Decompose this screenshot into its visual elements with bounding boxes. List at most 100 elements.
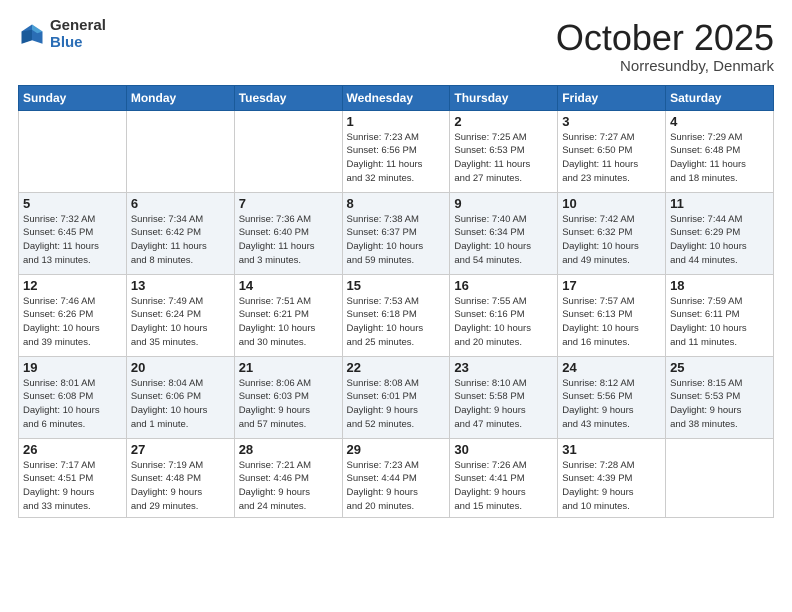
table-row: 28 Sunrise: 7:21 AMSunset: 4:46 PMDayligh… bbox=[234, 438, 342, 517]
day-info: Sunrise: 7:49 AMSunset: 6:24 PMDaylight:… bbox=[131, 295, 230, 350]
day-info: Sunrise: 8:08 AMSunset: 6:01 PMDaylight:… bbox=[347, 377, 446, 432]
day-info: Sunrise: 7:55 AMSunset: 6:16 PMDaylight:… bbox=[454, 295, 553, 350]
table-row: 21 Sunrise: 8:06 AMSunset: 6:03 PMDayligh… bbox=[234, 356, 342, 438]
table-row: 23 Sunrise: 8:10 AMSunset: 5:58 PMDayligh… bbox=[450, 356, 558, 438]
day-number: 30 bbox=[454, 442, 553, 457]
day-info: Sunrise: 7:40 AMSunset: 6:34 PMDaylight:… bbox=[454, 213, 553, 268]
day-number: 1 bbox=[347, 114, 446, 129]
table-row: 18 Sunrise: 7:59 AMSunset: 6:11 PMDayligh… bbox=[666, 274, 774, 356]
day-number: 15 bbox=[347, 278, 446, 293]
day-info: Sunrise: 7:46 AMSunset: 6:26 PMDaylight:… bbox=[23, 295, 122, 350]
day-number: 27 bbox=[131, 442, 230, 457]
day-info: Sunrise: 7:57 AMSunset: 6:13 PMDaylight:… bbox=[562, 295, 661, 350]
table-row: 25 Sunrise: 8:15 AMSunset: 5:53 PMDayligh… bbox=[666, 356, 774, 438]
day-number: 3 bbox=[562, 114, 661, 129]
header-wednesday: Wednesday bbox=[342, 85, 450, 110]
day-info: Sunrise: 7:51 AMSunset: 6:21 PMDaylight:… bbox=[239, 295, 338, 350]
day-number: 23 bbox=[454, 360, 553, 375]
weekday-header-row: Sunday Monday Tuesday Wednesday Thursday… bbox=[19, 85, 774, 110]
table-row: 3Sunrise: 7:27 AMSunset: 6:50 PMDaylight… bbox=[558, 110, 666, 192]
day-number: 24 bbox=[562, 360, 661, 375]
location: Norresundby, Denmark bbox=[556, 58, 774, 75]
header-monday: Monday bbox=[126, 85, 234, 110]
day-number: 28 bbox=[239, 442, 338, 457]
day-number: 19 bbox=[23, 360, 122, 375]
logo: General Blue bbox=[18, 18, 106, 51]
day-number: 18 bbox=[670, 278, 769, 293]
table-row: 30 Sunrise: 7:26 AMSunset: 4:41 PMDayligh… bbox=[450, 438, 558, 517]
table-row: 19 Sunrise: 8:01 AMSunset: 6:08 PMDayligh… bbox=[19, 356, 127, 438]
day-info: Sunrise: 8:10 AMSunset: 5:58 PMDaylight:… bbox=[454, 377, 553, 432]
day-number: 17 bbox=[562, 278, 661, 293]
header-sunday: Sunday bbox=[19, 85, 127, 110]
day-number: 29 bbox=[347, 442, 446, 457]
table-row: 5Sunrise: 7:32 AMSunset: 6:45 PMDaylight… bbox=[19, 192, 127, 274]
table-row: 27 Sunrise: 7:19 AMSunset: 4:48 PMDayligh… bbox=[126, 438, 234, 517]
day-number: 31 bbox=[562, 442, 661, 457]
table-row bbox=[19, 110, 127, 192]
header-thursday: Thursday bbox=[450, 85, 558, 110]
day-info: Sunrise: 7:36 AMSunset: 6:40 PMDaylight:… bbox=[239, 213, 338, 268]
day-number: 12 bbox=[23, 278, 122, 293]
day-number: 21 bbox=[239, 360, 338, 375]
day-info: Sunrise: 7:23 AMSunset: 6:56 PMDaylight:… bbox=[347, 131, 446, 186]
day-info: Sunrise: 7:59 AMSunset: 6:11 PMDaylight:… bbox=[670, 295, 769, 350]
table-row: 9 Sunrise: 7:40 AMSunset: 6:34 PMDaylight… bbox=[450, 192, 558, 274]
day-number: 2 bbox=[454, 114, 553, 129]
day-number: 9 bbox=[454, 196, 553, 211]
day-info: Sunrise: 7:21 AMSunset: 4:46 PMDaylight:… bbox=[239, 459, 338, 514]
calendar-week-row: 26Sunrise: 7:17 AMSunset: 4:51 PMDayligh… bbox=[19, 438, 774, 517]
logo-icon bbox=[18, 21, 46, 49]
table-row: 17 Sunrise: 7:57 AMSunset: 6:13 PMDayligh… bbox=[558, 274, 666, 356]
logo-general: General bbox=[50, 18, 106, 35]
table-row bbox=[666, 438, 774, 517]
table-row: 16 Sunrise: 7:55 AMSunset: 6:16 PMDayligh… bbox=[450, 274, 558, 356]
calendar-table: Sunday Monday Tuesday Wednesday Thursday… bbox=[18, 85, 774, 518]
day-number: 5 bbox=[23, 196, 122, 211]
table-row: 7 Sunrise: 7:36 AMSunset: 6:40 PMDaylight… bbox=[234, 192, 342, 274]
table-row: 15 Sunrise: 7:53 AMSunset: 6:18 PMDayligh… bbox=[342, 274, 450, 356]
table-row: 13Sunrise: 7:49 AMSunset: 6:24 PMDayligh… bbox=[126, 274, 234, 356]
table-row bbox=[126, 110, 234, 192]
day-info: Sunrise: 7:38 AMSunset: 6:37 PMDaylight:… bbox=[347, 213, 446, 268]
table-row: 26Sunrise: 7:17 AMSunset: 4:51 PMDayligh… bbox=[19, 438, 127, 517]
day-info: Sunrise: 8:06 AMSunset: 6:03 PMDaylight:… bbox=[239, 377, 338, 432]
day-info: Sunrise: 7:26 AMSunset: 4:41 PMDaylight:… bbox=[454, 459, 553, 514]
day-info: Sunrise: 7:19 AMSunset: 4:48 PMDaylight:… bbox=[131, 459, 230, 514]
logo-blue: Blue bbox=[50, 35, 106, 52]
table-row: 14 Sunrise: 7:51 AMSunset: 6:21 PMDayligh… bbox=[234, 274, 342, 356]
day-info: Sunrise: 7:34 AMSunset: 6:42 PMDaylight:… bbox=[131, 213, 230, 268]
day-number: 16 bbox=[454, 278, 553, 293]
day-info: Sunrise: 8:01 AMSunset: 6:08 PMDaylight:… bbox=[23, 377, 122, 432]
day-info: Sunrise: 7:28 AMSunset: 4:39 PMDaylight:… bbox=[562, 459, 661, 514]
table-row: 6Sunrise: 7:34 AMSunset: 6:42 PMDaylight… bbox=[126, 192, 234, 274]
day-info: Sunrise: 8:04 AMSunset: 6:06 PMDaylight:… bbox=[131, 377, 230, 432]
day-number: 14 bbox=[239, 278, 338, 293]
table-row: 11Sunrise: 7:44 AMSunset: 6:29 PMDayligh… bbox=[666, 192, 774, 274]
day-number: 25 bbox=[670, 360, 769, 375]
header: General Blue October 2025 Norresundby, D… bbox=[18, 18, 774, 75]
day-number: 7 bbox=[239, 196, 338, 211]
day-info: Sunrise: 8:12 AMSunset: 5:56 PMDaylight:… bbox=[562, 377, 661, 432]
header-friday: Friday bbox=[558, 85, 666, 110]
calendar-week-row: 12 Sunrise: 7:46 AMSunset: 6:26 PMDayligh… bbox=[19, 274, 774, 356]
header-saturday: Saturday bbox=[666, 85, 774, 110]
day-number: 22 bbox=[347, 360, 446, 375]
table-row: 4Sunrise: 7:29 AMSunset: 6:48 PMDaylight… bbox=[666, 110, 774, 192]
calendar-page: General Blue October 2025 Norresundby, D… bbox=[0, 0, 792, 612]
day-info: Sunrise: 7:44 AMSunset: 6:29 PMDaylight:… bbox=[670, 213, 769, 268]
calendar-week-row: 19 Sunrise: 8:01 AMSunset: 6:08 PMDayligh… bbox=[19, 356, 774, 438]
calendar-week-row: 5Sunrise: 7:32 AMSunset: 6:45 PMDaylight… bbox=[19, 192, 774, 274]
day-info: Sunrise: 8:15 AMSunset: 5:53 PMDaylight:… bbox=[670, 377, 769, 432]
table-row: 8Sunrise: 7:38 AMSunset: 6:37 PMDaylight… bbox=[342, 192, 450, 274]
table-row: 20Sunrise: 8:04 AMSunset: 6:06 PMDayligh… bbox=[126, 356, 234, 438]
calendar-week-row: 1 Sunrise: 7:23 AMSunset: 6:56 PMDaylight… bbox=[19, 110, 774, 192]
table-row: 24 Sunrise: 8:12 AMSunset: 5:56 PMDayligh… bbox=[558, 356, 666, 438]
table-row: 1 Sunrise: 7:23 AMSunset: 6:56 PMDaylight… bbox=[342, 110, 450, 192]
day-info: Sunrise: 7:29 AMSunset: 6:48 PMDaylight:… bbox=[670, 131, 769, 186]
month-title: October 2025 bbox=[556, 18, 774, 58]
day-number: 10 bbox=[562, 196, 661, 211]
table-row: 22 Sunrise: 8:08 AMSunset: 6:01 PMDayligh… bbox=[342, 356, 450, 438]
day-info: Sunrise: 7:25 AMSunset: 6:53 PMDaylight:… bbox=[454, 131, 553, 186]
day-info: Sunrise: 7:53 AMSunset: 6:18 PMDaylight:… bbox=[347, 295, 446, 350]
